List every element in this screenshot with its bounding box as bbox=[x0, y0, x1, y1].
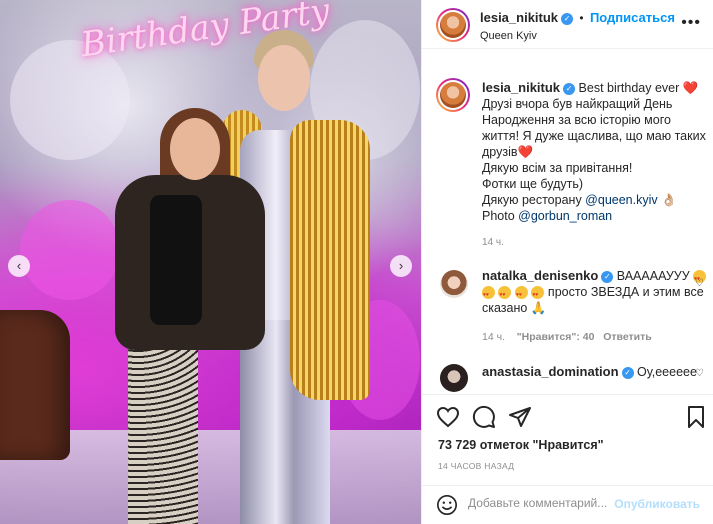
likes-count[interactable]: 73 729 отметок "Нравится" bbox=[438, 438, 604, 452]
caption-avatar[interactable] bbox=[436, 78, 470, 112]
emoji-smiley-icon[interactable] bbox=[436, 494, 458, 516]
post-actions: 73 729 отметок "Нравится" 14 ЧАСОВ НАЗАД… bbox=[422, 394, 713, 524]
mention-link[interactable]: @queen.kyiv bbox=[585, 193, 657, 207]
like-comment-icon[interactable]: ♡ bbox=[695, 278, 704, 289]
comment-form: Опубликовать bbox=[422, 485, 713, 524]
comment-bubble-icon[interactable] bbox=[472, 405, 496, 429]
person-right-jacket-right bbox=[290, 120, 370, 400]
foil-decoration bbox=[20, 200, 120, 300]
person-left-face bbox=[170, 118, 220, 180]
commenter-avatar[interactable] bbox=[440, 364, 468, 392]
caption-line: Друзі вчора був найкращий День Народженн… bbox=[482, 97, 706, 159]
comment-text: anastasia_domination ✓ Оу,еееeee bbox=[482, 364, 707, 380]
post-photo[interactable]: Birthday Party ‹ › bbox=[0, 0, 421, 524]
heart-eyes-emoji-icon bbox=[531, 286, 545, 303]
author-username[interactable]: lesia_nikituk bbox=[480, 10, 558, 25]
sofa bbox=[0, 310, 70, 460]
commenter-username[interactable]: anastasia_domination bbox=[482, 364, 619, 379]
caption-text: lesia_nikituk ✓ Best birthday ever ❤️ Дру… bbox=[482, 80, 707, 224]
like-heart-icon[interactable] bbox=[436, 405, 460, 429]
mention-link[interactable]: @gorbun_roman bbox=[518, 209, 612, 223]
commenter-avatar[interactable] bbox=[440, 270, 468, 298]
prev-photo-button[interactable]: ‹ bbox=[8, 255, 30, 277]
comment-body: Оу,еееeee bbox=[633, 365, 697, 379]
comments-scroll[interactable]: lesia_nikituk ✓ Best birthday ever ❤️ Дру… bbox=[422, 50, 713, 394]
post-location[interactable]: Queen Kyiv bbox=[480, 30, 537, 42]
verified-icon: ✓ bbox=[621, 366, 634, 379]
commenter-username[interactable]: natalka_denisenko bbox=[482, 268, 598, 283]
author-avatar[interactable] bbox=[436, 8, 470, 42]
caption-line: Best birthday ever ❤️ bbox=[578, 81, 699, 95]
publish-button[interactable]: Опубликовать bbox=[614, 497, 700, 511]
caption-line: Photo bbox=[482, 209, 519, 223]
share-send-icon[interactable] bbox=[508, 405, 532, 429]
comment-age[interactable]: 14 ч. bbox=[482, 331, 505, 343]
next-photo-button[interactable]: › bbox=[390, 255, 412, 277]
verified-icon: ✓ bbox=[563, 82, 576, 95]
comment-text: natalka_denisenko✓ ВАААААУУУ просто ЗВЕЗ… bbox=[482, 268, 707, 316]
caption-username[interactable]: lesia_nikituk bbox=[482, 80, 560, 95]
comment-likes[interactable]: "Нравится": 40 bbox=[517, 331, 595, 343]
post-header: lesia_nikituk ✓ • Подписаться Queen Kyiv … bbox=[422, 0, 713, 49]
comment-body: ВАААААУУУ bbox=[613, 269, 690, 283]
caption-age[interactable]: 14 ч. bbox=[482, 237, 504, 248]
reply-button[interactable]: Ответить bbox=[603, 331, 652, 343]
comment-meta: 14 ч. "Нравится": 40 Ответить bbox=[482, 331, 652, 343]
more-options-icon[interactable]: ••• bbox=[681, 14, 701, 32]
heart-eyes-emoji-icon bbox=[498, 286, 512, 303]
post-details-panel: lesia_nikituk ✓ • Подписаться Queen Kyiv … bbox=[421, 0, 713, 524]
caption-line: Фотки ще будуть) bbox=[482, 177, 584, 191]
verified-icon: ✓ bbox=[601, 270, 614, 283]
caption-line: Дякую ресторану bbox=[482, 193, 586, 207]
caption-emoji: 👌🏼 bbox=[657, 193, 677, 207]
separator: • bbox=[579, 11, 584, 25]
heart-eyes-emoji-icon bbox=[514, 286, 528, 303]
heart-eyes-emoji-icon bbox=[482, 286, 495, 303]
caption-line: Дякую всім за привітання! bbox=[482, 161, 633, 175]
follow-button[interactable]: Подписаться bbox=[590, 10, 675, 25]
comment-input[interactable] bbox=[468, 496, 638, 510]
person-right-face bbox=[258, 45, 310, 111]
post-time[interactable]: 14 ЧАСОВ НАЗАД bbox=[438, 461, 514, 471]
person-left-top bbox=[150, 195, 202, 325]
verified-icon: ✓ bbox=[561, 12, 574, 25]
like-comment-icon[interactable]: ♡ bbox=[695, 368, 704, 379]
save-bookmark-icon[interactable] bbox=[684, 405, 708, 429]
